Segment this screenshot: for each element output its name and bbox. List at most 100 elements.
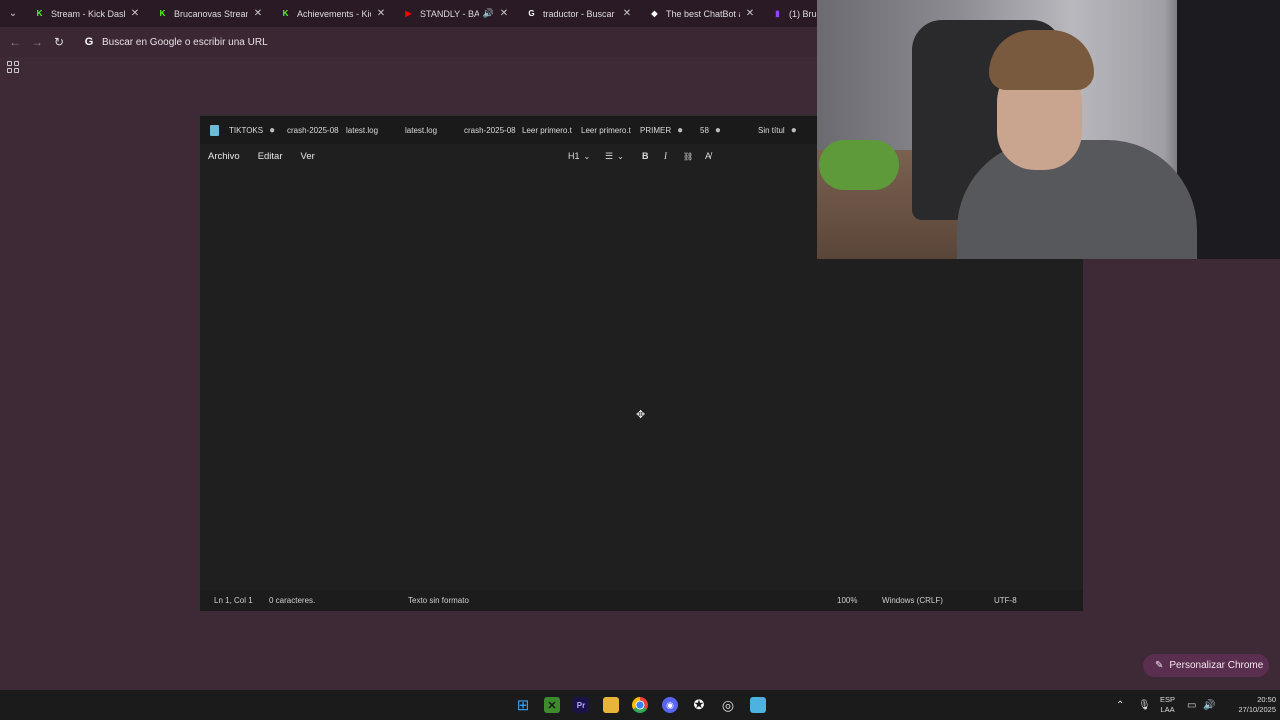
pencil-icon: ✎ [1155,660,1164,671]
menu-archivo[interactable]: Archivo [208,151,240,162]
chevron-down-icon: ⌄ [583,151,591,161]
windows-taskbar: ⊞ ✕ Pr ◉ ✪ ◎ ⌃ 🎙 ESP LAA ▭ 🔊 20:50 27/10… [0,690,1280,720]
show-hidden-icons-chevron-icon[interactable]: ⌃ [1116,690,1124,720]
close-tab-icon[interactable]: ✕ [375,8,387,19]
minecraft-icon[interactable]: ✕ [544,697,560,713]
webcam-person-hoodie [957,140,1197,259]
browser-tab-title: Brucanovas Stream - [174,8,248,19]
notepad-tab-title: Leer primero.t [522,125,572,135]
discord-icon[interactable]: ◉ [662,697,678,713]
list-dropdown[interactable]: ☰ ⌄ [605,144,624,168]
omnibox[interactable]: G Buscar en Google o escribir una URL [76,30,796,54]
apps-grid-icon[interactable] [7,61,19,73]
file-explorer-icon[interactable] [603,697,619,713]
notepad-tab-title: latest.log [405,125,438,135]
youtube-icon: ▶ [405,9,412,18]
notepad-icon[interactable] [750,697,766,713]
notepad-tab[interactable]: crash-2025-08 [464,126,522,135]
browser-tab[interactable]: ◆ The best ChatBot and ✕ [639,0,762,27]
notepad-tab[interactable]: PRIMER ● [640,125,700,136]
status-encoding[interactable]: UTF-8 [994,596,1017,605]
menu-ver[interactable]: Ver [301,151,315,162]
language-indicator[interactable]: ESP LAA [1160,695,1175,715]
notepad-tab-title: TIKTOKS [229,125,264,135]
unsaved-dot-icon: ● [269,124,276,136]
chevron-down-icon: ⌄ [617,151,624,161]
notepad-tab-title: 58 [700,125,709,135]
network-icon[interactable]: ▭ [1187,690,1196,720]
close-tab-icon[interactable]: ✕ [621,8,633,19]
close-tab-icon[interactable]: ✕ [498,8,510,19]
microphone-icon[interactable]: 🎙 [1138,690,1151,720]
notepad-tab[interactable]: TIKTOKS ● [229,125,287,136]
italic-button[interactable]: I [664,144,667,168]
menu-editar[interactable]: Editar [258,151,283,162]
browser-tab-title: Achievements - Kick [297,8,371,19]
notepad-tab-title: Leer primero.t [581,125,631,135]
notepad-tab[interactable]: crash-2025-08 [287,126,346,135]
list-icon: ☰ [605,150,614,161]
close-tab-icon[interactable]: ✕ [252,8,264,19]
status-position[interactable]: Ln 1, Col 1 [214,596,253,605]
status-bar: Ln 1, Col 1 0 caracteres. Texto sin form… [200,590,1083,611]
google-icon: G [528,9,535,18]
bold-button[interactable]: B [642,144,649,168]
kick-icon: K [282,9,289,18]
browser-tab[interactable]: K Achievements - Kick ✕ [270,0,393,27]
customize-chrome-button[interactable]: ✎ Personalizar Chrome [1143,654,1269,677]
premiere-pro-icon[interactable]: Pr [573,697,589,713]
status-char-count: 0 caracteres. [269,596,316,605]
notepad-app-icon [210,124,219,136]
tab-audio-icon[interactable]: 🔊 [483,8,494,19]
heading-label: H1 [568,151,580,161]
notepad-tab-title: latest.log [346,125,379,135]
notepad-tab[interactable]: Leer primero.t [522,126,581,135]
status-line-ending[interactable]: Windows (CRLF) [882,596,943,605]
browser-tab-title: The best ChatBot and [666,8,740,19]
notepad-tab[interactable]: latest.log [405,126,464,135]
chatbot-icon: ◆ [651,9,658,18]
browser-tab-title: STANDLY - BAILA [420,8,479,19]
link-icon[interactable]: ⛓ [683,144,693,168]
customize-chrome-label: Personalizar Chrome [1169,660,1264,671]
webcam-overlay [817,0,1280,259]
unsaved-dot-icon: ● [677,124,684,136]
notepad-tab[interactable]: latest.log [346,126,405,135]
close-tab-icon[interactable]: ✕ [129,8,141,19]
twitch-icon: ▮ [775,9,780,18]
browser-tab[interactable]: K Stream - Kick Dashbo ✕ [24,0,147,27]
chrome-icon[interactable] [632,697,648,713]
steam-icon[interactable]: ◎ [720,697,736,713]
tab-search-dropdown[interactable]: ⌄ [2,3,24,25]
back-button[interactable]: ← [4,35,26,49]
notepad-tab[interactable]: Sin títul ● [758,125,818,136]
heading-dropdown[interactable]: H1 ⌄ [568,144,590,168]
notepad-tab-title: PRIMER [640,125,672,135]
notepad-tab-title: crash-2025-08 [287,125,339,135]
webcam-person-hair [989,30,1094,90]
google-icon: G [84,36,94,48]
kick-icon: K [36,9,43,18]
forward-button[interactable]: → [26,35,48,49]
notepad-tab[interactable]: Leer primero.t [581,126,640,135]
obs-icon[interactable]: ✪ [691,697,707,713]
system-clock[interactable]: 20:50 27/10/2025 [1220,695,1276,715]
windows-start-icon[interactable]: ⊞ [515,697,531,714]
kick-icon: K [159,9,166,18]
notepad-tab[interactable]: 58 ● [700,125,758,136]
notepad-tab-title: Sin títul [758,125,785,135]
close-tab-icon[interactable]: ✕ [744,8,756,19]
clear-format-icon[interactable]: A̸ [705,144,711,168]
notepad-tab-title: crash-2025-08 [464,125,516,135]
status-zoom[interactable]: 100% [837,596,857,605]
browser-tab[interactable]: K Brucanovas Stream - ✕ [147,0,270,27]
reload-button[interactable]: ↻ [48,35,70,49]
browser-tab[interactable]: Gtraductor - Buscar co ✕ [516,0,639,27]
browser-tab[interactable]: ▶ STANDLY - BAILA 🔊 ✕ [393,0,516,27]
browser-toolbar: ← → ↻ G Buscar en Google o escribir una … [0,27,820,57]
status-format[interactable]: Texto sin formato [408,596,469,605]
clock-time: 20:50 [1257,695,1276,704]
unsaved-dot-icon: ● [790,124,797,136]
lang-top: ESP [1160,695,1176,704]
volume-icon[interactable]: 🔊 [1203,690,1215,720]
